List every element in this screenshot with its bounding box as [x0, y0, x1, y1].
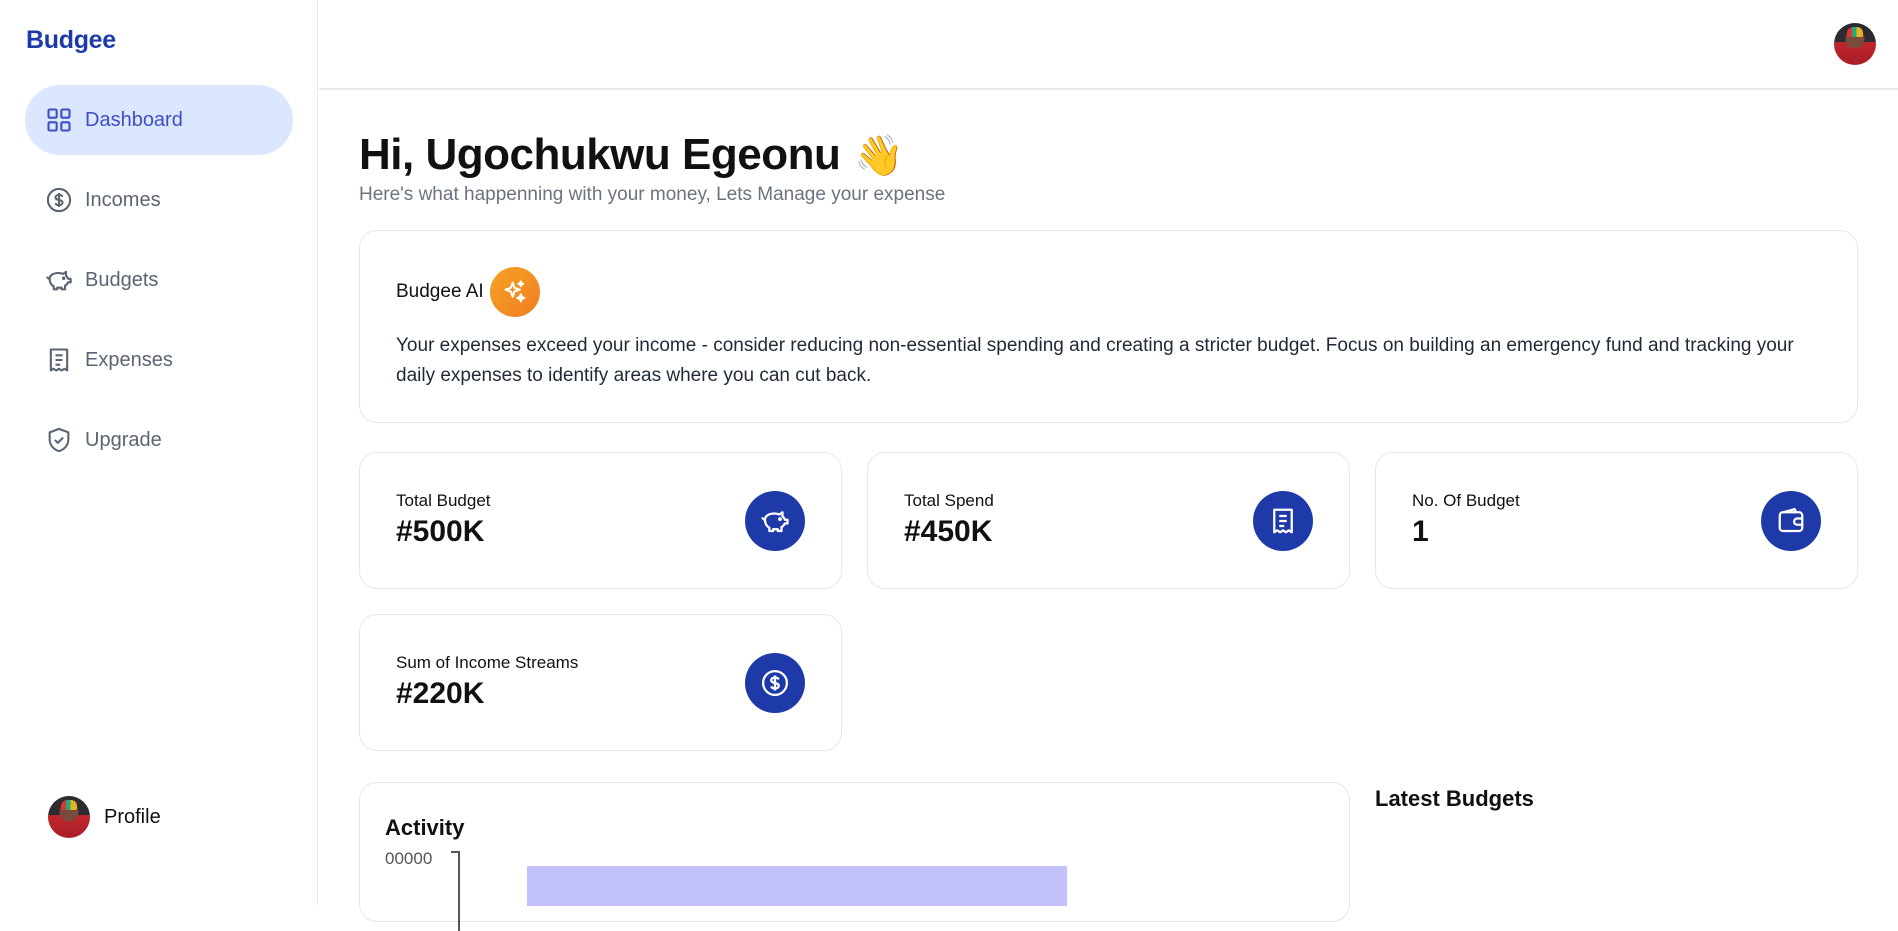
sidebar-item-expenses[interactable]: Expenses — [25, 325, 293, 395]
sidebar-item-budgets[interactable]: Budgets — [25, 245, 293, 315]
grid-icon — [45, 106, 73, 134]
y-axis-tick-label: 00000 — [385, 849, 433, 868]
stat-value: #500K — [396, 515, 485, 548]
profile-link[interactable]: Profile — [48, 796, 161, 838]
stat-value: #450K — [904, 515, 993, 548]
stat-label: Total Budget — [396, 491, 491, 510]
stat-card-total-spend: Total Spend #450K — [867, 452, 1350, 589]
sidebar-item-label: Dashboard — [85, 108, 183, 131]
piggy-bank-icon — [745, 491, 805, 551]
stat-card-income-streams: Sum of Income Streams #220K — [359, 614, 842, 751]
stat-label: Sum of Income Streams — [396, 653, 579, 672]
stat-value: 1 — [1412, 515, 1429, 548]
ai-card-title: Budgee AI — [396, 281, 484, 302]
receipt-icon — [45, 346, 73, 374]
activity-title: Activity — [385, 815, 465, 840]
stat-label: Total Spend — [904, 491, 994, 510]
stat-card-total-budget: Total Budget #500K — [359, 452, 842, 589]
wave-emoji: 👋 — [854, 134, 904, 178]
sidebar-item-label: Upgrade — [85, 428, 162, 451]
user-avatar-button[interactable] — [1834, 23, 1876, 65]
ai-insight-card: Budgee AI Your expenses exceed your inco… — [359, 230, 1858, 423]
stat-value: #220K — [396, 677, 485, 710]
page-title: Hi, Ugochukwu Egeonu 👋 — [359, 130, 904, 180]
avatar — [48, 796, 90, 838]
y-axis-line — [458, 851, 460, 931]
sidebar-item-dashboard[interactable]: Dashboard — [25, 85, 293, 155]
wallet-icon — [1761, 491, 1821, 551]
shield-check-icon — [45, 426, 73, 454]
ai-insight-message: Your expenses exceed your income - consi… — [396, 335, 1794, 386]
activity-bar[interactable] — [527, 866, 1067, 906]
sidebar-item-incomes[interactable]: Incomes — [25, 165, 293, 235]
stat-label: No. Of Budget — [1412, 491, 1520, 510]
sidebar: Budgee Dashboard Incomes Budgets Expense… — [0, 0, 318, 905]
sparkles-icon — [489, 267, 540, 317]
sidebar-item-label: Expenses — [85, 348, 173, 371]
stat-card-no-of-budget: No. Of Budget 1 — [1375, 452, 1858, 589]
ai-card-header: Budgee AI — [396, 267, 540, 317]
sidebar-item-label: Budgets — [85, 268, 159, 291]
receipt-icon — [1253, 491, 1313, 551]
dollar-circle-icon — [45, 186, 73, 214]
piggy-bank-icon — [45, 266, 73, 294]
sidebar-item-upgrade[interactable]: Upgrade — [25, 405, 293, 475]
page-subtitle: Here's what happenning with your money, … — [359, 184, 946, 205]
profile-label: Profile — [104, 805, 161, 828]
sidebar-item-label: Incomes — [85, 188, 161, 211]
top-bar — [319, 0, 1898, 90]
dollar-circle-icon — [745, 653, 805, 713]
brand-logo[interactable]: Budgee — [26, 26, 116, 55]
latest-budgets-title: Latest Budgets — [1375, 786, 1534, 811]
greeting-text: Hi, Ugochukwu Egeonu — [359, 130, 841, 179]
